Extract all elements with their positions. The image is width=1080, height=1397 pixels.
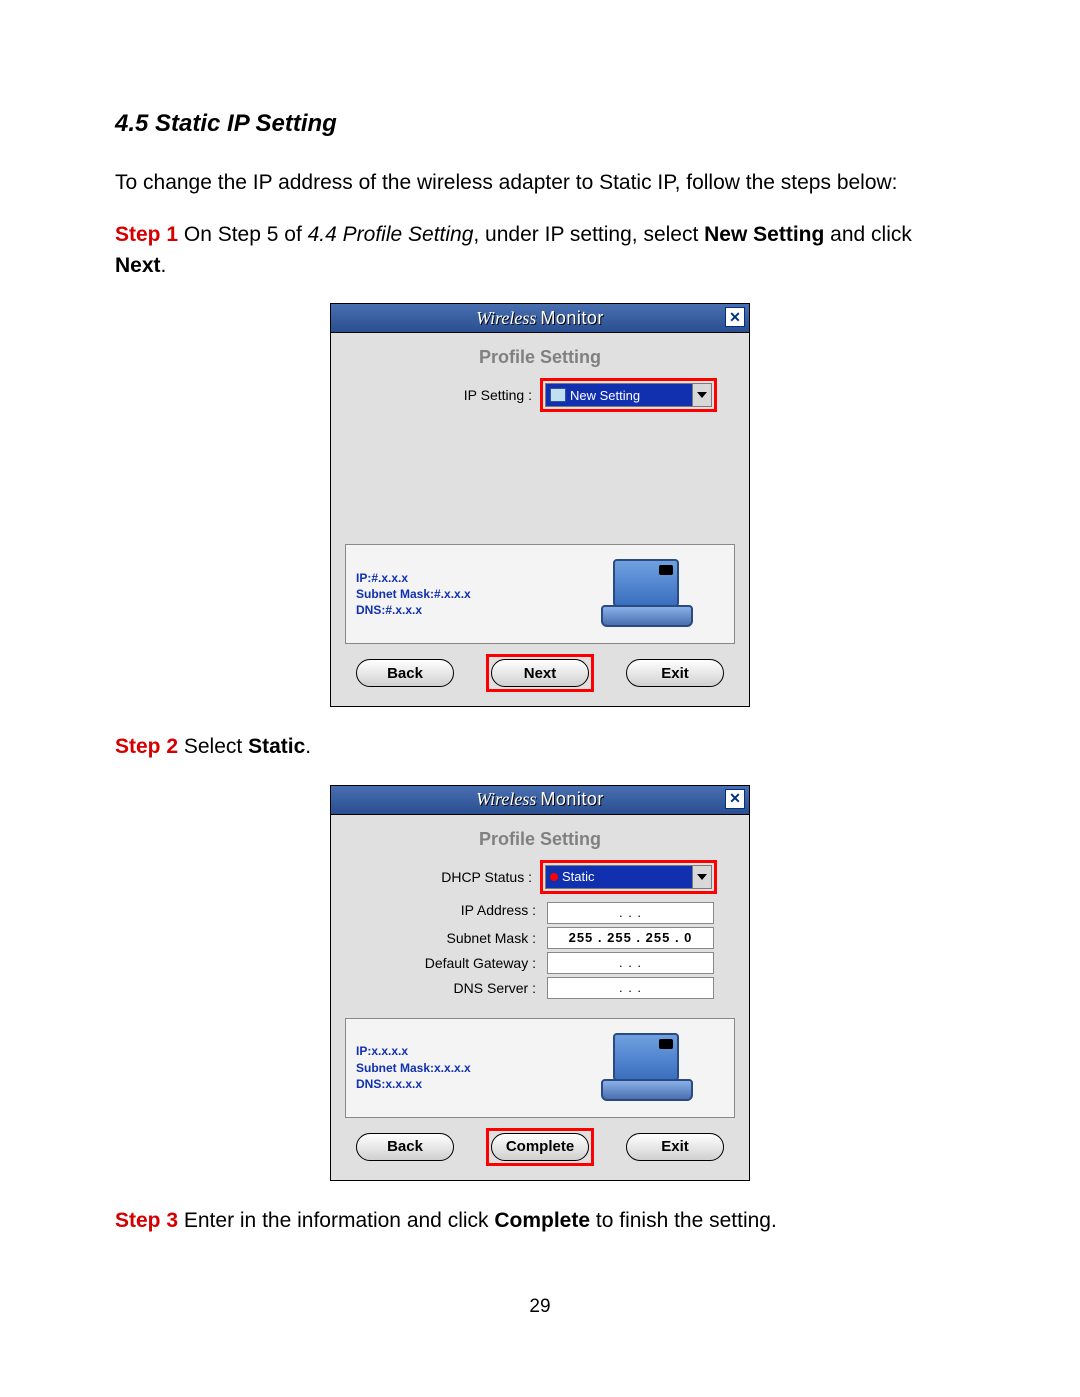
ip-setting-label: IP Setting : (464, 387, 540, 403)
title-wireless-2: Wireless (476, 789, 536, 810)
close-icon-2[interactable]: ✕ (725, 789, 745, 809)
next-button[interactable]: Next (491, 659, 589, 687)
titlebar-2: Wireless Monitor ✕ (331, 786, 749, 815)
dhcp-combo[interactable]: Static (545, 865, 712, 889)
info-dns: DNS:#.x.x.x (356, 602, 471, 618)
info-text: IP:#.x.x.x Subnet Mask:#.x.x.x DNS:#.x.x… (356, 570, 471, 619)
form-area: IP Setting : New Setting (345, 378, 735, 418)
step3-bold1: Complete (494, 1209, 590, 1232)
close-icon[interactable]: ✕ (725, 307, 745, 327)
step1-bold1: New Setting (704, 223, 824, 246)
step1-para: Step 1 On Step 5 of 4.4 Profile Setting,… (115, 220, 965, 281)
titlebar: Wireless Monitor ✕ (331, 304, 749, 333)
exit-wrap-2: Exit (621, 1128, 729, 1166)
dhcp-label: DHCP Status : (441, 869, 540, 885)
gateway-row: Default Gateway : . . . (345, 952, 735, 974)
ipaddr-field[interactable]: . . . (547, 902, 714, 924)
step3-label: Step 3 (115, 1209, 178, 1232)
complete-highlight: Complete (486, 1128, 594, 1166)
button-row: Back Next Exit (345, 654, 735, 692)
step3-para: Step 3 Enter in the information and clic… (115, 1206, 965, 1236)
ip-setting-combo[interactable]: New Setting (545, 383, 712, 407)
subnet-label: Subnet Mask : (447, 930, 545, 946)
ip-setting-highlight: New Setting (540, 378, 717, 412)
gateway-field[interactable]: . . . (547, 952, 714, 974)
step2-bold1: Static (248, 735, 305, 758)
dialog-2: Wireless Monitor ✕ Profile Setting DHCP … (330, 785, 750, 1181)
form-area-2: DHCP Status : Static (345, 860, 735, 999)
info-dns-2: DNS:x.x.x.x (356, 1076, 471, 1092)
dhcp-row: DHCP Status : Static (345, 860, 735, 894)
dns-field[interactable]: . . . (547, 977, 714, 999)
page: 4.5 Static IP Setting To change the IP a… (0, 0, 1080, 1378)
static-dot-icon (550, 873, 558, 881)
profile-setting-header-2: Profile Setting (345, 829, 735, 850)
step1-text-b: , under IP setting, select (473, 223, 704, 246)
laptop-icon (599, 559, 694, 629)
subnet-field[interactable]: 255 . 255 . 255 . 0 (547, 927, 714, 949)
spacer (345, 418, 735, 538)
chevron-down-icon-2[interactable] (692, 866, 711, 888)
chevron-down-icon[interactable] (692, 384, 711, 406)
step1-label: Step 1 (115, 223, 178, 246)
dialog-1: Wireless Monitor ✕ Profile Setting IP Se… (330, 303, 750, 707)
title-wireless: Wireless (476, 308, 536, 329)
subnet-row: Subnet Mask : 255 . 255 . 255 . 0 (345, 927, 735, 949)
exit-button-2[interactable]: Exit (626, 1133, 724, 1161)
info-panel-2: IP:x.x.x.x Subnet Mask:x.x.x.x DNS:x.x.x… (345, 1018, 735, 1118)
complete-button[interactable]: Complete (491, 1133, 589, 1161)
ipaddr-label: IP Address : (461, 902, 544, 918)
gateway-label: Default Gateway : (425, 955, 544, 971)
title-monitor: Monitor (540, 308, 604, 329)
profile-setting-header: Profile Setting (345, 347, 735, 368)
laptop-icon-2 (599, 1033, 694, 1103)
step1-ref: 4.4 Profile Setting (308, 223, 474, 246)
exit-wrap: Exit (621, 654, 729, 692)
back-button[interactable]: Back (356, 659, 454, 687)
step2-para: Step 2 Select Static. (115, 732, 965, 762)
step1-bold2: Next (115, 254, 161, 277)
info-text-2: IP:x.x.x.x Subnet Mask:x.x.x.x DNS:x.x.x… (356, 1043, 471, 1092)
dhcp-text: Static (562, 869, 595, 884)
info-subnet: Subnet Mask:#.x.x.x (356, 586, 471, 602)
step2-text-b: . (305, 735, 311, 758)
info-panel: IP:#.x.x.x Subnet Mask:#.x.x.x DNS:#.x.x… (345, 544, 735, 644)
dialog-2-window: Wireless Monitor ✕ Profile Setting DHCP … (330, 785, 750, 1181)
title-monitor-2: Monitor (540, 789, 604, 810)
info-ip-2: IP:x.x.x.x (356, 1043, 471, 1059)
step1-text-d: . (161, 254, 167, 277)
ip-setting-value: New Setting (546, 384, 692, 406)
section-title: 4.5 Static IP Setting (115, 110, 965, 138)
back-button-2[interactable]: Back (356, 1133, 454, 1161)
button-row-2: Back Complete Exit (345, 1128, 735, 1166)
next-highlight: Next (486, 654, 594, 692)
dhcp-value: Static (546, 866, 692, 888)
page-number: 29 (115, 1296, 965, 1318)
step2-label: Step 2 (115, 735, 178, 758)
step1-text-a: On Step 5 of (178, 223, 308, 246)
dns-label: DNS Server : (454, 980, 544, 996)
ip-setting-row: IP Setting : New Setting (345, 378, 735, 412)
step2-text-a: Select (178, 735, 248, 758)
info-subnet-2: Subnet Mask:x.x.x.x (356, 1060, 471, 1076)
dialog-body: Profile Setting IP Setting : New Setting (331, 333, 749, 706)
step3-text-a: Enter in the information and click (178, 1209, 494, 1232)
back-wrap-2: Back (351, 1128, 459, 1166)
dialog-body-2: Profile Setting DHCP Status : Static (331, 815, 749, 1180)
exit-button[interactable]: Exit (626, 659, 724, 687)
spacer-2 (345, 1002, 735, 1012)
dns-row: DNS Server : . . . (345, 977, 735, 999)
step1-text-c: and click (824, 223, 912, 246)
step3-text-b: to finish the setting. (590, 1209, 777, 1232)
setting-icon (550, 388, 566, 402)
back-wrap: Back (351, 654, 459, 692)
ip-setting-text: New Setting (570, 388, 640, 403)
dhcp-highlight: Static (540, 860, 717, 894)
intro-text: To change the IP address of the wireless… (115, 168, 965, 198)
dialog-1-window: Wireless Monitor ✕ Profile Setting IP Se… (330, 303, 750, 707)
ipaddr-row: IP Address : . . . (345, 897, 735, 924)
info-ip: IP:#.x.x.x (356, 570, 471, 586)
